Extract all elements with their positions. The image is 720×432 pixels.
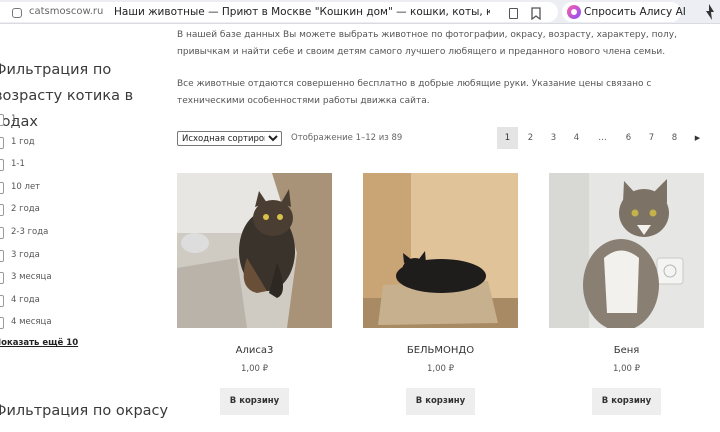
age-filter-option[interactable]: 2-3 года [0, 223, 157, 246]
filter-checkbox[interactable] [0, 114, 4, 126]
filter-checkbox[interactable] [0, 294, 4, 307]
extension-icon[interactable] [701, 3, 717, 21]
next-page-icon[interactable]: ▶ [687, 127, 708, 149]
ask-alice-button[interactable]: Спросить Алису AI [562, 2, 686, 22]
age-filter-option[interactable]: 1 год [0, 133, 157, 156]
color-filter-heading: Фильтрация по окрасу [0, 398, 168, 424]
page-link[interactable]: 1 [497, 127, 518, 149]
add-to-cart-button[interactable]: В корзину [592, 388, 661, 415]
filter-checkbox[interactable] [0, 226, 4, 239]
age-filter-list: 1 1 год 1-1 10 лет 2 года 2-3 года 3 года 3 мес… [0, 110, 157, 336]
page-ellipsis: … [598, 133, 607, 143]
add-to-cart-button[interactable]: В корзину [406, 388, 475, 415]
age-filter-label: 3 года [11, 249, 40, 260]
page-link[interactable]: 3 [543, 127, 564, 149]
product-price: 1,00 ₽ [426, 364, 455, 374]
page-link[interactable]: 6 [618, 127, 639, 149]
product-photo[interactable] [363, 173, 518, 328]
sort-select[interactable]: Исходная сортировка [177, 131, 282, 146]
product-photo[interactable] [177, 173, 332, 328]
age-filter-option[interactable]: 10 лет [0, 178, 157, 201]
filter-checkbox[interactable] [0, 204, 4, 217]
page-link[interactable]: 2 [520, 127, 541, 149]
age-filter-option[interactable]: 4 месяца [0, 313, 157, 336]
url-domain: catsmoscow.ru [29, 6, 104, 17]
product-photo[interactable] [549, 173, 704, 328]
result-count: Отображение 1–12 из 89 [291, 133, 403, 143]
product-price: 1,00 ₽ [240, 364, 269, 374]
age-filter-label: 1 год [11, 136, 35, 147]
age-filter-option[interactable]: 2 года [0, 200, 157, 223]
intro-paragraph-1: В нашей базе данных Вы можете выбрать жи… [177, 30, 677, 57]
age-filter-label: 2-3 года [11, 226, 49, 237]
alice-icon [567, 5, 581, 19]
page-link[interactable]: 8 [664, 127, 685, 149]
age-filter-option[interactable]: 3 года [0, 246, 157, 269]
ask-alice-label: Спросить Алису AI [584, 6, 686, 18]
color-filter-title: Фильтрация по окрасу [0, 403, 169, 419]
age-filter-option[interactable]: 1 [0, 110, 157, 133]
site-info-icon[interactable] [12, 8, 22, 18]
intro-paragraph-2: Все животные отдаются совершенно бесплат… [177, 79, 652, 106]
page-link[interactable]: 4 [566, 127, 587, 149]
filter-checkbox[interactable] [0, 272, 4, 285]
browser-toolbar: catsmoscow.ru Наши животные — Приют в Мо… [0, 0, 720, 24]
age-filter-label: 10 лет [11, 181, 41, 192]
filter-checkbox[interactable] [0, 159, 4, 172]
copy-icon[interactable] [509, 8, 518, 19]
age-filter-label: 3 месяца [11, 272, 52, 283]
pagination: 1 2 3 4 … 6 7 8 ▶ [497, 127, 708, 149]
bookmark-icon[interactable] [531, 7, 541, 20]
product-price: 1,00 ₽ [612, 364, 641, 374]
address-bar[interactable]: catsmoscow.ru Наши животные — Приют в Мо… [0, 2, 558, 22]
age-filter-label: 1-1 [11, 159, 25, 170]
filter-checkbox[interactable] [0, 317, 4, 330]
filter-checkbox[interactable] [0, 136, 4, 149]
page-title: Наши животные — Приют в Москве "Кошкин д… [114, 6, 490, 18]
age-filter-option[interactable]: 4 года [0, 291, 157, 314]
filter-checkbox[interactable] [0, 181, 4, 194]
product-name[interactable]: БЕЛЬМОНДО [363, 345, 518, 356]
age-filter-label: 4 года [11, 294, 40, 305]
product-name[interactable]: Беня [549, 345, 704, 356]
product-name[interactable]: Алиса3 [177, 345, 332, 356]
add-to-cart-button[interactable]: В корзину [220, 388, 289, 415]
age-filter-label: 4 месяца [11, 317, 52, 328]
age-filter-option[interactable]: 1-1 [0, 155, 157, 178]
filter-checkbox[interactable] [0, 249, 4, 262]
page-link[interactable]: 7 [641, 127, 662, 149]
show-more-link[interactable]: Показать ещё 10 [0, 338, 78, 348]
age-filter-label: 2 года [11, 204, 40, 215]
age-filter-label: 1 [11, 114, 17, 124]
age-filter-option[interactable]: 3 месяца [0, 268, 157, 291]
